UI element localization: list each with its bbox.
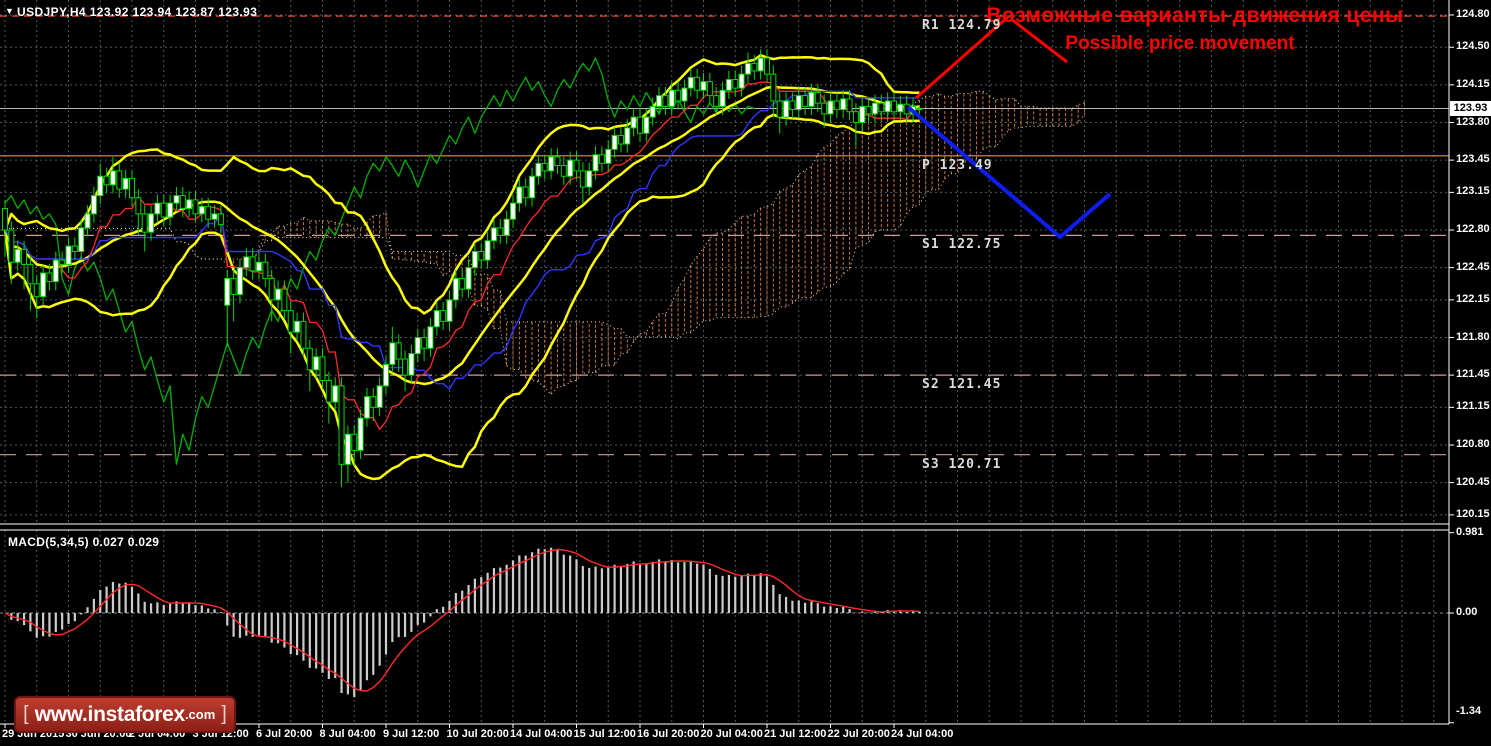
pivot-label-p: P 123.49 <box>922 157 993 173</box>
time-tick-label: 21 Jul 12:00 <box>764 728 827 740</box>
price-tick-label: 121.45 <box>1456 368 1490 381</box>
pivot-label-s1: S1 122.75 <box>922 237 1002 253</box>
price-tick-label: 121.15 <box>1456 400 1490 413</box>
time-tick-label: 22 Jul 20:00 <box>827 728 890 740</box>
logo-bracket-right: ] <box>221 703 227 725</box>
logo-bracket-left: [ <box>23 703 29 725</box>
price-tick-label: 120.80 <box>1456 438 1490 450</box>
price-tick-label: 123.45 <box>1456 153 1490 166</box>
time-tick-label: 16 Jul 20:00 <box>637 728 700 740</box>
macd-panel[interactable] <box>0 530 1449 724</box>
symbol-dropdown-icon[interactable]: ▼ <box>5 6 14 16</box>
time-tick-label: 24 Jul 04:00 <box>891 728 954 740</box>
instaforex-logo: [ www.instaforex .com ] <box>14 696 236 733</box>
macd-tick-label: -1.34 <box>1456 705 1482 717</box>
chart-title: USDJPY,H4 123.92 123.94 123.87 123.93 <box>17 5 258 19</box>
price-tick-label: 124.15 <box>1456 77 1490 90</box>
logo-suffix: .com <box>184 707 216 722</box>
time-tick-label: 14 Jul 04:00 <box>510 728 573 740</box>
current-price-box: 123.93 <box>1450 101 1491 116</box>
pivot-label-r1: R1 124.79 <box>922 18 1002 34</box>
price-tick-label: 123.80 <box>1456 115 1490 128</box>
pivot-label-s2: S2 121.45 <box>922 377 1002 393</box>
price-tick-label: 120.45 <box>1456 475 1490 488</box>
time-tick-label: 8 Jul 04:00 <box>319 728 376 740</box>
price-tick-label: 124.80 <box>1456 8 1490 20</box>
price-tick-label: 120.15 <box>1456 507 1490 520</box>
time-tick-label: 10 Jul 20:00 <box>446 728 509 740</box>
price-tick-label: 122.80 <box>1456 223 1490 235</box>
main-chart-panel[interactable] <box>0 0 1449 524</box>
price-tick-label: 122.45 <box>1456 260 1490 273</box>
macd-tick-label: 0.981 <box>1456 525 1484 538</box>
price-tick-label: 123.15 <box>1456 185 1490 198</box>
time-tick-label: 15 Jul 12:00 <box>573 728 636 740</box>
price-tick-label: 121.80 <box>1456 330 1490 343</box>
time-tick-label: 20 Jul 04:00 <box>700 728 763 740</box>
time-tick-label: 6 Jul 20:00 <box>256 728 313 740</box>
price-tick-label: 122.15 <box>1456 292 1490 305</box>
macd-indicator-label: MACD(5,34,5) 0.027 0.029 <box>8 535 160 549</box>
annotation-text-en: Possible price movement <box>1065 33 1295 54</box>
logo-text: www.instaforex <box>34 702 186 726</box>
price-tick-label: 124.50 <box>1456 40 1490 53</box>
macd-tick-label: 0.00 <box>1456 606 1478 618</box>
time-tick-label: 9 Jul 12:00 <box>383 728 440 740</box>
chart-window: ▼ USDJPY,H4 123.92 123.94 123.87 123.93 … <box>0 0 1491 746</box>
annotation-text-ru: Возможные варианты движения цены <box>986 4 1404 27</box>
pivot-label-s3: S3 120.71 <box>922 456 1002 472</box>
